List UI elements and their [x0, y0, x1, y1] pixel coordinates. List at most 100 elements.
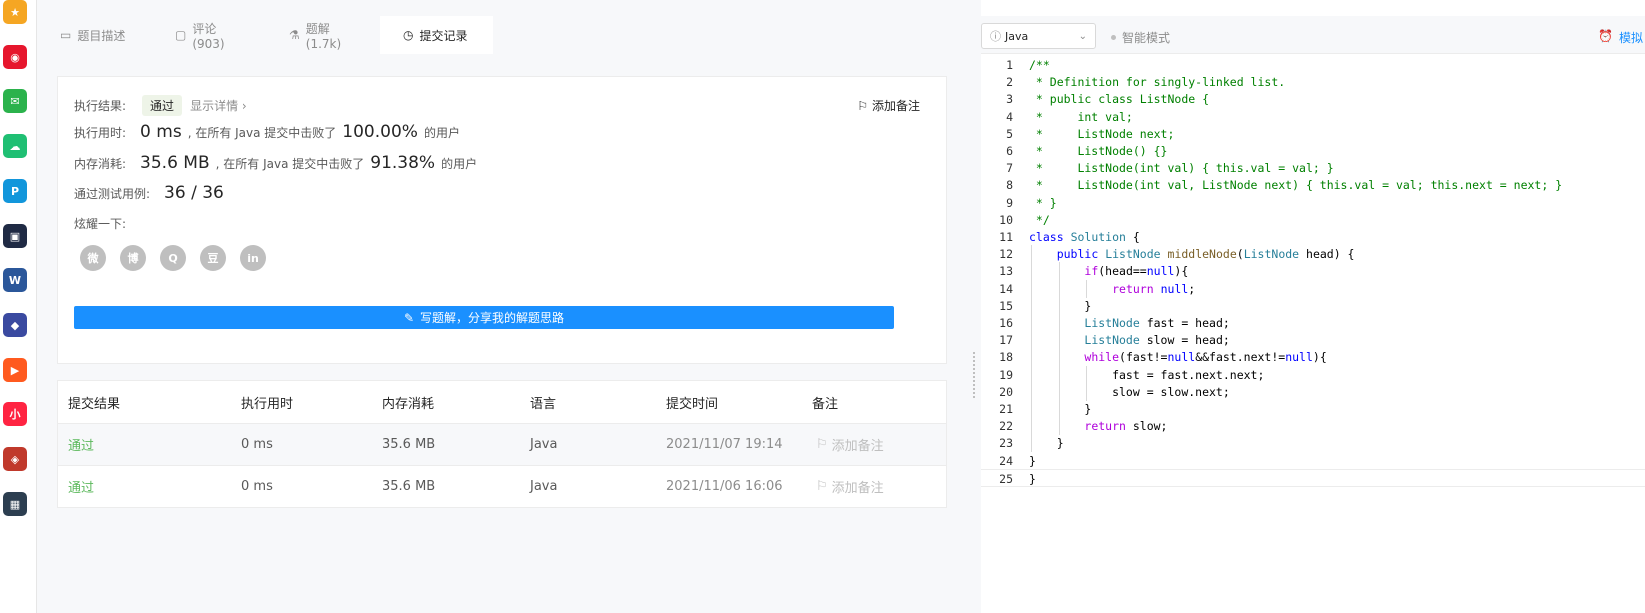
row-add-note[interactable]: ⚐ 添加备注 [816, 477, 884, 496]
tab-solutions[interactable]: ⚗ 题解 (1.7k) [266, 16, 380, 54]
row-result[interactable]: 通过 [68, 477, 94, 496]
memory-label: 内存消耗: [74, 157, 127, 171]
code-line: 23 } [981, 434, 1645, 453]
table-row[interactable]: 通过 0 ms 35.6 MB Java 2021/11/07 19:14 ⚐ … [58, 423, 946, 465]
mail-icon[interactable]: ✉ [3, 89, 27, 113]
game-icon[interactable]: ◆ [3, 313, 27, 337]
weibo-icon[interactable]: 博 [120, 245, 146, 271]
runtime-percent: 100.00% [342, 122, 418, 142]
code-text: slow = slow.next; [1029, 384, 1230, 399]
line-number: 3 [1006, 92, 1013, 107]
table-header: 提交结果 执行用时 内存消耗 语言 提交时间 备注 [58, 381, 946, 423]
tab-submissions[interactable]: ◷ 提交记录 [380, 16, 493, 54]
line-number: 4 [1006, 109, 1013, 124]
row-memory: 35.6 MB [382, 437, 436, 452]
flag-icon: ⚐ [857, 98, 868, 113]
star-icon[interactable]: ★ [3, 0, 27, 24]
flag-icon: ⚐ [816, 437, 828, 452]
line-number: 1 [1006, 58, 1013, 72]
status-dot-icon [1111, 35, 1116, 40]
qq-icon[interactable]: Q [160, 245, 186, 271]
code-text: class Solution { [1029, 230, 1140, 244]
line-number: 16 [999, 316, 1013, 330]
runtime-suffix: 的用户 [423, 126, 460, 140]
code-line: 14 return null; [981, 279, 1645, 298]
row-runtime: 0 ms [241, 437, 273, 452]
code-text: ListNode slow = head; [1084, 333, 1230, 348]
line-number: 5 [1006, 126, 1013, 141]
pdf-icon[interactable]: P [3, 179, 27, 203]
testcases-label: 通过测试用例: [74, 187, 151, 201]
code-line: 20 slow = slow.next; [981, 382, 1645, 401]
simulate-button[interactable]: ⏰ 模拟 [1598, 29, 1643, 46]
video-icon[interactable]: ▶ [3, 358, 27, 382]
table-row[interactable]: 通过 0 ms 35.6 MB Java 2021/11/06 16:06 ⚐ … [58, 465, 946, 507]
code-line: 17 ListNode slow = head; [981, 331, 1645, 350]
line-number: 13 [999, 264, 1013, 279]
code-line: 7 * ListNode(int val) { this.val = val; … [981, 159, 1645, 177]
memory-row: 内存消耗: 35.6 MB , 在所有 Java 提交中击败了 91.38% 的… [74, 153, 477, 173]
line-number: 8 [1006, 178, 1013, 193]
code-line: 6 * ListNode() {} [981, 142, 1645, 160]
game2-icon[interactable]: ◈ [3, 447, 27, 471]
result-card: 执行结果: 通过 显示详情 › ⚐ 添加备注 执行用时: 0 ms , 在所有 … [57, 76, 947, 364]
word-icon[interactable]: W [3, 268, 27, 292]
douban-icon[interactable]: 豆 [200, 245, 226, 271]
language-select[interactable]: ⓘ Java ⌄ [981, 23, 1096, 49]
header-note: 备注 [812, 396, 839, 412]
code-text: return slow; [1084, 419, 1168, 434]
submissions-table: 提交结果 执行用时 内存消耗 语言 提交时间 备注 通过 0 ms 35.6 M… [57, 380, 947, 508]
code-line: 9 * } [981, 194, 1645, 212]
header-memory: 内存消耗 [382, 396, 435, 412]
code-text: } [1029, 453, 1036, 468]
tab-description[interactable]: ▭ 题目描述 [37, 16, 152, 54]
testcases-value: 36 / 36 [164, 183, 224, 203]
share-label: 炫耀一下: [74, 217, 127, 231]
add-note-button[interactable]: ⚐ 添加备注 [857, 97, 920, 114]
redbook-icon[interactable]: 小 [3, 402, 27, 426]
code-line: 24} [981, 452, 1645, 470]
code-line: 22 return slow; [981, 417, 1645, 436]
cloud-icon[interactable]: ☁ [3, 134, 27, 158]
row-result[interactable]: 通过 [68, 435, 94, 454]
show-details-link[interactable]: 显示详情 › [190, 97, 247, 114]
code-text: * ListNode() {} [1029, 144, 1168, 158]
write-solution-button[interactable]: ✎ 写题解，分享我的解题思路 [74, 306, 894, 329]
code-text: return null; [1112, 281, 1196, 296]
code-text: /** [1029, 58, 1050, 72]
row-submit-time: 2021/11/07 19:14 [666, 437, 783, 452]
code-line: 13 if(head==null){ [981, 262, 1645, 281]
line-number: 12 [999, 247, 1013, 262]
code-text: public ListNode middleNode(ListNode head… [1056, 247, 1355, 262]
line-number: 11 [999, 230, 1013, 244]
row-add-note[interactable]: ⚐ 添加备注 [816, 435, 884, 454]
smart-mode-toggle[interactable]: 智能模式 [1111, 29, 1170, 46]
game3-icon[interactable]: ▦ [3, 492, 27, 516]
line-number: 24 [999, 453, 1013, 468]
problem-tabs: ▭ 题目描述 ▢ 评论 (903) ⚗ 题解 (1.7k) ◷ 提交记录 [37, 16, 968, 54]
memory-suffix: 的用户 [441, 157, 478, 171]
line-number: 18 [999, 350, 1013, 365]
code-text: * } [1029, 195, 1057, 210]
line-number: 22 [999, 419, 1013, 434]
wechat-icon[interactable]: 微 [80, 245, 106, 271]
code-text: ListNode fast = head; [1084, 316, 1230, 330]
pane-splitter[interactable] [968, 0, 981, 613]
linkedin-icon[interactable]: in [240, 245, 266, 271]
code-line: 15 } [981, 296, 1645, 315]
line-number: 14 [999, 281, 1013, 296]
code-text: * int val; [1029, 109, 1133, 124]
code-text: } [1029, 298, 1092, 313]
editor-pane: ⓘ Java ⌄ 智能模式 ⏰ 模拟 1/** 2 * Definition fo… [981, 0, 1645, 613]
code-line: 12 public ListNode middleNode(ListNode h… [981, 245, 1645, 264]
weibo-app-icon[interactable]: ◉ [3, 45, 27, 69]
tab-comments[interactable]: ▢ 评论 (903) [152, 16, 266, 54]
code-text: } [1029, 471, 1036, 486]
app-icon[interactable]: ▣ [3, 224, 27, 248]
line-number: 25 [999, 471, 1013, 486]
memory-text: , 在所有 Java 提交中击败了 [215, 157, 365, 171]
drag-handle-icon[interactable] [973, 352, 975, 398]
header-runtime: 执行用时 [241, 396, 294, 412]
code-line: 4 * int val; [981, 108, 1645, 126]
result-status-row: 执行结果: 通过 显示详情 › [74, 95, 247, 116]
